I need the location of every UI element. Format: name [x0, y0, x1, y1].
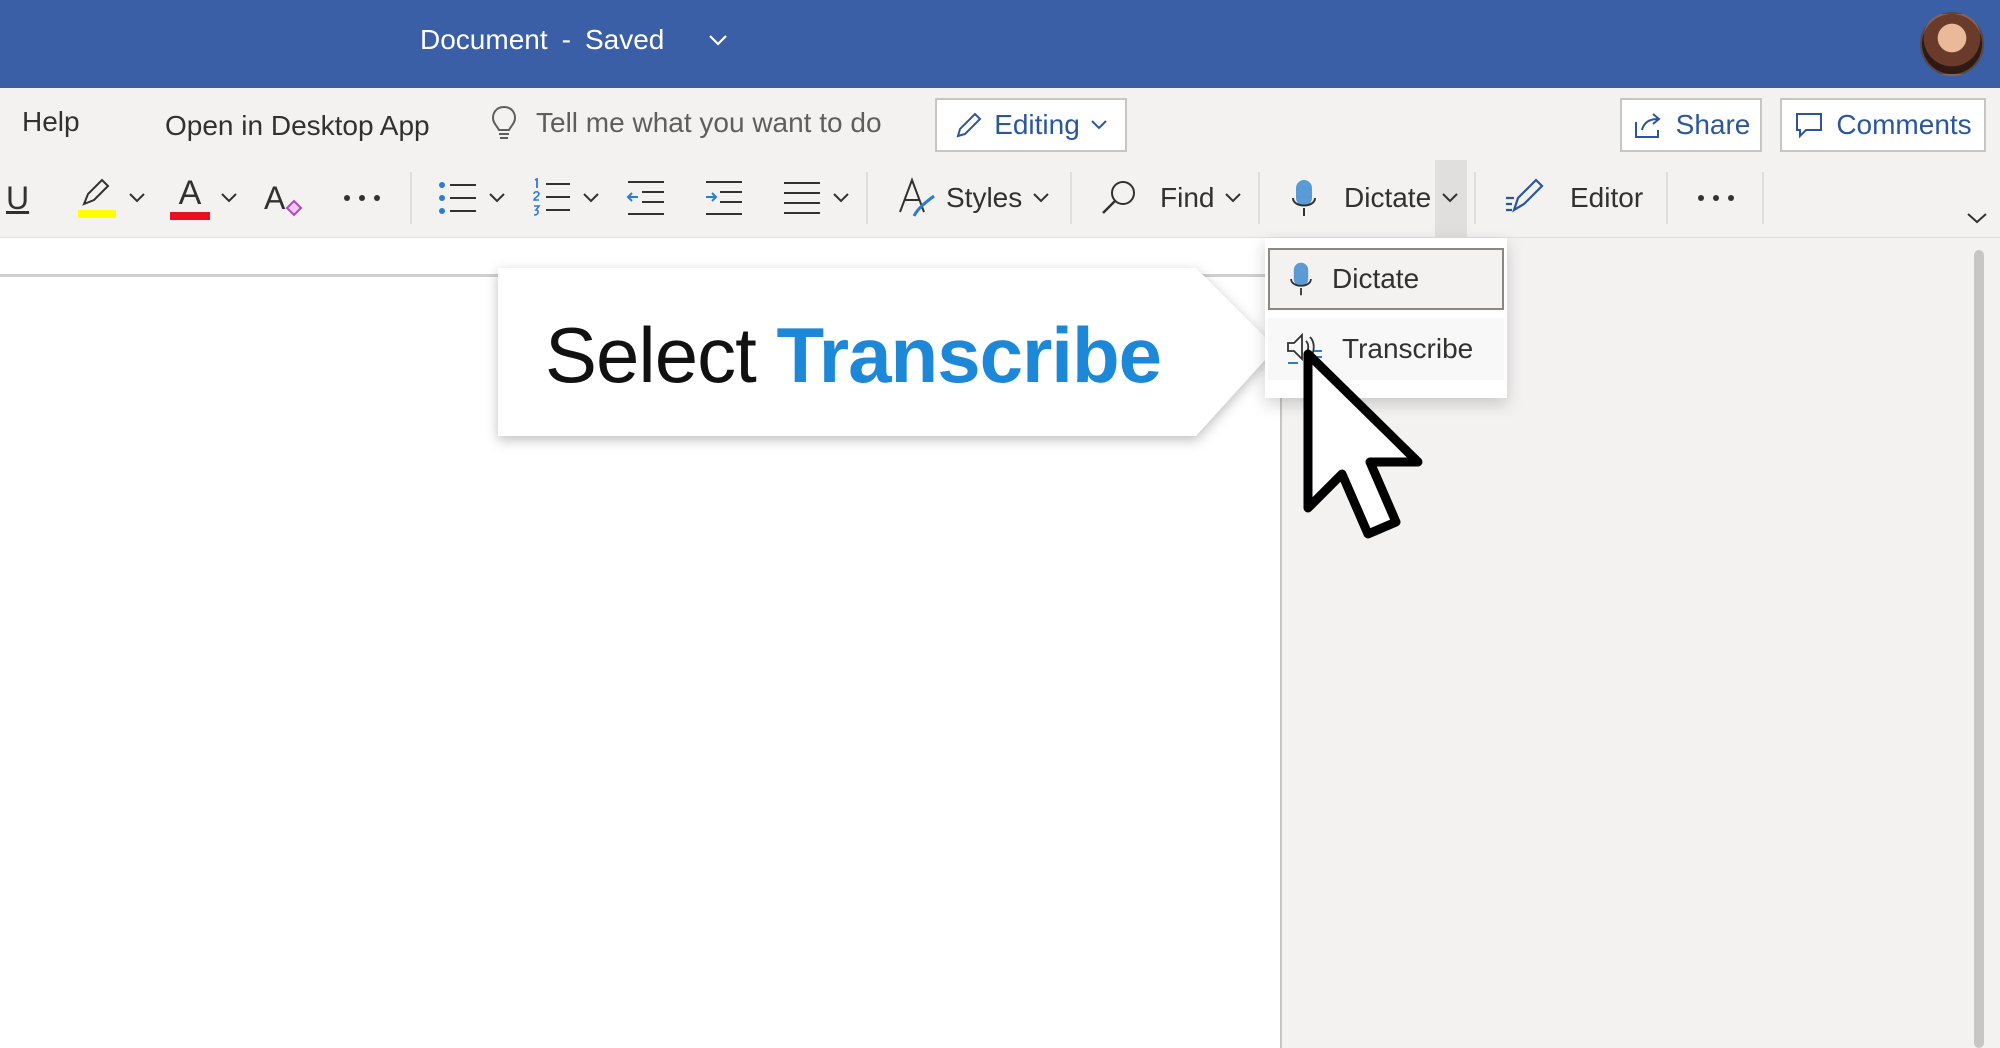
ribbon-separator [1666, 172, 1668, 224]
chevron-down-icon[interactable] [582, 192, 600, 204]
menu-item-dictate-label: Dictate [1332, 263, 1420, 294]
pencil-icon [956, 112, 982, 138]
clear-formatting-button[interactable]: A [264, 170, 305, 226]
ribbon-expand-chevron-icon[interactable] [1965, 210, 1989, 226]
title-separator: - [561, 24, 571, 55]
editor-button[interactable]: Editor [1504, 170, 1643, 226]
chevron-down-icon[interactable] [220, 192, 238, 204]
callout-prefix: Select [545, 311, 757, 399]
command-bar: Help Open in Desktop App Tell me what yo… [0, 88, 2000, 160]
avatar[interactable] [1920, 12, 1984, 76]
decrease-indent-icon [626, 181, 664, 215]
help-menu[interactable]: Help [22, 106, 80, 138]
underline-button[interactable]: U [6, 170, 29, 226]
chevron-down-icon[interactable] [128, 192, 146, 204]
comment-icon [1796, 113, 1823, 139]
title-bar: Document - Saved [0, 0, 2000, 88]
microphone-icon [1290, 262, 1312, 296]
tell-me-input[interactable]: Tell me what you want to do [536, 107, 882, 139]
callout-text: Select Transcribe [545, 310, 1162, 401]
decrease-indent-button[interactable] [626, 170, 666, 226]
chevron-down-icon[interactable] [1032, 192, 1050, 204]
font-color-swatch [170, 212, 210, 220]
bullets-button[interactable] [438, 170, 506, 226]
dictate-label: Dictate [1344, 182, 1432, 213]
tell-me-search[interactable]: Tell me what you want to do [490, 104, 882, 142]
highlight-color-button[interactable] [76, 170, 146, 226]
find-label: Find [1160, 182, 1215, 213]
ribbon: U A A Styles Find Dictate Editor [0, 160, 2000, 238]
share-label: Share [1675, 109, 1751, 140]
dictate-dropdown-toggle[interactable] [1441, 170, 1459, 226]
more-font-options-button[interactable] [342, 170, 382, 226]
ribbon-separator [866, 172, 868, 224]
callout-highlight: Transcribe [776, 311, 1162, 399]
numbering-button[interactable] [532, 170, 600, 226]
open-desktop-app-link[interactable]: Open in Desktop App [165, 110, 430, 142]
chevron-down-icon[interactable] [488, 192, 506, 204]
vertical-scrollbar[interactable] [1974, 250, 1984, 1048]
editing-label: Editing [994, 109, 1080, 140]
more-icon [344, 195, 380, 201]
eraser-icon [285, 199, 303, 217]
ribbon-separator [1762, 172, 1764, 224]
font-color-letter: A [178, 174, 202, 212]
chevron-down-icon[interactable] [832, 192, 850, 204]
microphone-icon [1292, 180, 1316, 216]
editor-pen-icon [1506, 178, 1544, 213]
chevron-down-icon[interactable] [1224, 192, 1242, 204]
find-button[interactable]: Find [1100, 170, 1242, 226]
ribbon-separator [1474, 172, 1476, 224]
clear-format-letter: A [264, 179, 286, 216]
underline-letter: U [6, 179, 30, 216]
editing-mode-button[interactable]: Editing [935, 98, 1127, 152]
editor-label: Editor [1570, 182, 1644, 213]
ribbon-separator [410, 172, 412, 224]
ribbon-separator [1070, 172, 1072, 224]
align-button[interactable] [782, 170, 850, 226]
more-icon [1698, 195, 1734, 201]
save-status: Saved [584, 24, 665, 55]
styles-label: Styles [946, 182, 1023, 213]
lightbulb-icon [491, 105, 517, 139]
increase-indent-button[interactable] [704, 170, 744, 226]
share-icon [1634, 113, 1661, 138]
font-color-icon: A [170, 176, 210, 220]
chevron-down-icon[interactable] [708, 33, 728, 47]
ribbon-separator [1258, 172, 1260, 224]
document-title[interactable]: Document - Saved [420, 24, 728, 56]
font-color-button[interactable]: A [170, 170, 238, 226]
more-options-button[interactable] [1696, 170, 1736, 226]
chevron-down-icon [1091, 120, 1107, 130]
comments-label: Comments [1836, 109, 1972, 140]
document-name: Document [420, 24, 548, 55]
dictate-button[interactable]: Dictate [1290, 170, 1431, 226]
bullet-list-icon [439, 182, 476, 214]
align-left-icon [784, 182, 820, 214]
numbered-list-icon [533, 178, 570, 216]
styles-icon [899, 177, 935, 217]
highlighter-icon [78, 178, 116, 218]
share-button[interactable]: Share [1620, 98, 1762, 152]
styles-button[interactable]: Styles [896, 170, 1050, 226]
menu-item-dictate[interactable]: Dictate [1268, 248, 1504, 310]
increase-indent-icon [706, 181, 742, 215]
chevron-down-icon [1442, 193, 1458, 203]
mouse-cursor-icon [1303, 349, 1423, 539]
search-icon [1102, 181, 1135, 214]
comments-button[interactable]: Comments [1780, 98, 1986, 152]
